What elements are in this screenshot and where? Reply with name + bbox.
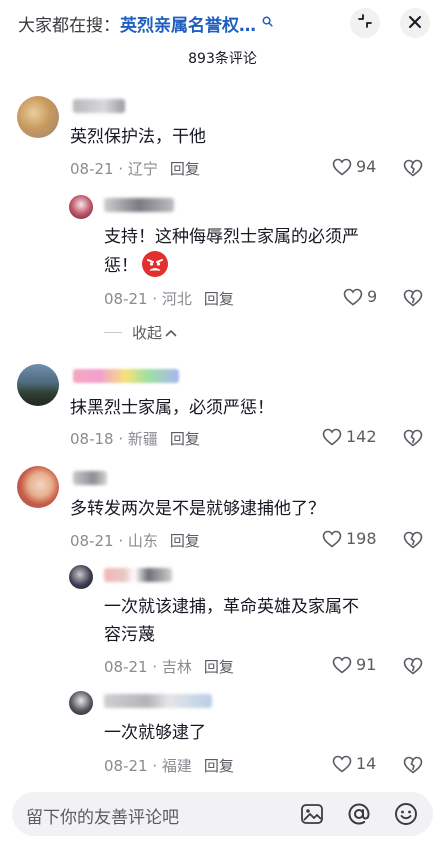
like-count: 94 (356, 157, 377, 176)
comment-composer: 留下你的友善评论吧 (0, 786, 445, 843)
comment-date: 08-18 (70, 430, 114, 448)
close-button[interactable] (400, 8, 430, 38)
comment-date: 08-21 (70, 160, 114, 178)
reply-text: 支持！这种侮辱烈士家属的必须严 惩！ (104, 223, 359, 280)
avatar[interactable] (69, 195, 93, 219)
reply-location: 福建 (161, 757, 192, 775)
like-count: 9 (367, 287, 378, 306)
like-button[interactable]: 9 (343, 287, 377, 306)
comment-count: 893条评论 (188, 51, 257, 67)
avatar[interactable] (69, 691, 93, 715)
reply-button[interactable]: 回复 (204, 658, 234, 676)
reply-button[interactable]: 回复 (170, 160, 200, 178)
dislike-button[interactable] (403, 531, 423, 553)
avatar[interactable] (17, 364, 59, 406)
username-blurred[interactable] (104, 198, 174, 212)
reply-text-line2: 惩！ (104, 256, 138, 276)
heart-icon (343, 288, 363, 306)
search-hint-keyword[interactable]: 英烈亲属名誉权… (120, 16, 256, 36)
comment-text: 抹黑烈士家属，必须严惩！ (70, 398, 274, 418)
like-button[interactable]: 14 (332, 754, 376, 773)
comment-input[interactable]: 留下你的友善评论吧 (12, 792, 433, 836)
broken-heart-icon (403, 756, 423, 774)
username-blurred[interactable] (73, 471, 107, 485)
reply-text: 一次就够逮了 (104, 719, 206, 747)
heart-icon (332, 755, 352, 773)
collapse-replies-button[interactable]: 收起 (104, 322, 177, 343)
reply-meta: 08-21 · 河北 回复 (104, 290, 234, 308)
minimize-button[interactable] (350, 8, 380, 38)
like-count: 14 (356, 754, 377, 773)
close-icon (408, 14, 422, 33)
comment-meta: 08-21 · 辽宁 回复 (70, 160, 200, 178)
reply-date: 08-21 (104, 290, 148, 308)
dislike-button[interactable] (403, 159, 423, 181)
like-button[interactable]: 91 (332, 655, 376, 674)
heart-icon (332, 656, 352, 674)
search-hint-prefix: 大家都在搜： (18, 16, 120, 36)
comment-location: 山东 (127, 532, 158, 550)
comment-text: 多转发两次是不是就够逮捕他了？ (70, 499, 325, 519)
angry-face-emoji (142, 251, 168, 277)
like-button[interactable]: 198 (322, 529, 377, 548)
reply-location: 河北 (161, 290, 192, 308)
like-count: 142 (346, 427, 377, 446)
divider (104, 332, 122, 333)
avatar[interactable] (17, 96, 59, 138)
heart-icon (332, 158, 352, 176)
heart-icon (322, 530, 342, 548)
reply-location: 吉林 (161, 658, 192, 676)
search-icon[interactable] (258, 16, 273, 30)
reply-button[interactable]: 回复 (204, 290, 234, 308)
reply-meta: 08-21 · 福建 回复 (104, 757, 234, 775)
like-button[interactable]: 142 (322, 427, 377, 446)
comment-text: 英烈保护法，干他 (70, 127, 206, 147)
reply-text-line1: 一次就够逮了 (104, 723, 206, 743)
reply-date: 08-21 (104, 757, 148, 775)
trending-search-hint[interactable]: 大家都在搜：英烈亲属名誉权… (18, 11, 273, 36)
dislike-button[interactable] (403, 429, 423, 451)
broken-heart-icon (403, 531, 423, 549)
dislike-button[interactable] (403, 657, 423, 679)
avatar[interactable] (69, 565, 93, 589)
username-blurred[interactable] (104, 568, 172, 582)
reply-text-line1: 一次就该逮捕，革命英雄及家属不 (104, 597, 359, 617)
reply-date: 08-21 (104, 658, 148, 676)
dislike-button[interactable] (403, 756, 423, 778)
like-button[interactable]: 94 (332, 157, 376, 176)
comment-location: 新疆 (127, 430, 158, 448)
comment-date: 08-21 (70, 532, 114, 550)
broken-heart-icon (403, 289, 423, 307)
broken-heart-icon (403, 159, 423, 177)
comment-input-placeholder: 留下你的友善评论吧 (26, 808, 179, 828)
comment-location: 辽宁 (127, 160, 158, 178)
username-blurred[interactable] (73, 369, 179, 383)
broken-heart-icon (403, 429, 423, 447)
reply-meta: 08-21 · 吉林 回复 (104, 658, 234, 676)
broken-heart-icon (403, 657, 423, 675)
heart-icon (322, 428, 342, 446)
reply-button[interactable]: 回复 (170, 430, 200, 448)
dislike-button[interactable] (403, 289, 423, 311)
avatar[interactable] (17, 466, 59, 508)
username-blurred[interactable] (104, 694, 212, 708)
image-icon[interactable] (298, 800, 326, 828)
username-blurred[interactable] (73, 99, 125, 113)
comment-meta: 08-18 · 新疆 回复 (70, 430, 200, 448)
smiley-emoji-icon[interactable] (392, 800, 420, 828)
like-count: 91 (356, 655, 377, 674)
reply-text-line1: 支持！这种侮辱烈士家属的必须严 (104, 227, 359, 247)
collapse-label: 收起 (132, 324, 163, 342)
comment-meta: 08-21 · 山东 回复 (70, 532, 200, 550)
reply-text-line2: 容污蔑 (104, 625, 155, 645)
at-mention-icon[interactable] (345, 800, 373, 828)
chevron-up-icon (165, 324, 177, 342)
minimize-icon (357, 13, 373, 33)
reply-text: 一次就该逮捕，革命英雄及家属不 容污蔑 (104, 593, 359, 649)
reply-button[interactable]: 回复 (170, 532, 200, 550)
top-bar: 大家都在搜：英烈亲属名誉权… (0, 0, 445, 44)
like-count: 198 (346, 529, 377, 548)
reply-button[interactable]: 回复 (204, 757, 234, 775)
